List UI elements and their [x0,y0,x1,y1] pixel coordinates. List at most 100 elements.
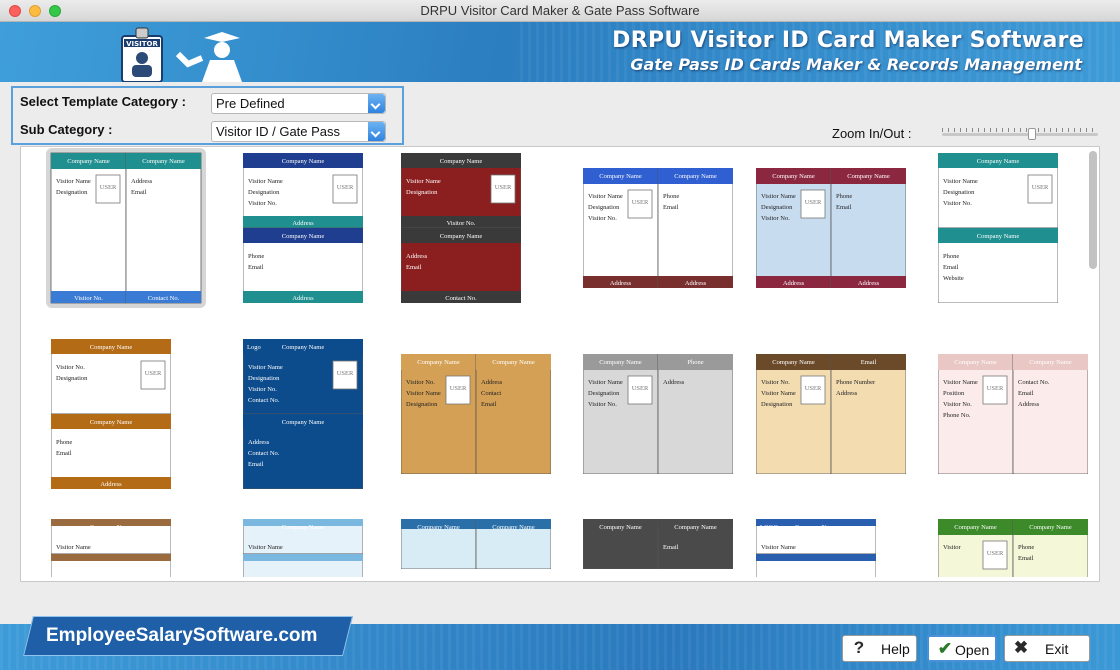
template-category-select[interactable]: Pre Defined [211,93,386,114]
card-field-label: Email [836,204,852,211]
card-field-label: Visitor No. [761,379,790,386]
user-photo-text: USER [495,184,512,191]
template-preview: Company Name Visitor No. Visitor Name Desig… [756,354,906,474]
card-title: Phone [687,359,703,366]
card-field-label: Phone Number [836,379,876,386]
template-preview: Company Name Visitor Name Designation Visit… [583,354,733,474]
card-title: Company Name [440,233,483,240]
card-field-label: Email [131,189,147,196]
card-field-label: Designation [943,189,975,196]
template-thumbnail[interactable]: Company Name Visitor Name Designation Visit… [938,153,1058,303]
gallery-scrollbar[interactable] [1089,151,1097,269]
card-back [830,354,906,474]
card-field-label: Phone [836,193,852,200]
card-field-label: Email [663,204,679,211]
card-field-label: Visitor Name [248,544,283,551]
template-thumbnail[interactable]: Company Name Visitor Name Designation Visit… [583,168,733,288]
card-field-label: Visitor [943,544,962,551]
card-field-label: Phone [1018,544,1034,551]
card-field-label: Phone [663,193,679,200]
template-thumbnail[interactable]: Company Name Company Name [401,519,551,569]
user-photo-text: USER [987,550,1004,557]
card-field-label: Visitor No. [761,215,790,222]
open-button[interactable]: ✔ Open [927,635,997,662]
template-category-label: Select Template Category : [20,94,186,109]
template-thumbnail[interactable]: Company Name Visitor Name Designation Visit… [756,168,906,288]
card-footer-text: Address [858,280,880,287]
sub-category-select[interactable]: Visitor ID / Gate Pass [211,121,386,142]
card-field-label: Visitor No. [248,386,277,393]
template-thumbnail[interactable]: Company Name Visitor Name Designation Visit… [243,153,363,303]
card-field-label: Designation [248,375,280,382]
chevron-down-icon[interactable] [368,94,385,113]
card-title: Company Name [977,158,1020,165]
card-title: Company Name [142,158,185,165]
card-field-label: Position [943,390,965,397]
chevron-down-icon[interactable] [368,122,385,141]
user-photo-text: USER [145,370,162,377]
card-footer-text: Visitor No. [74,295,103,302]
template-thumbnail[interactable]: Company Name Visitor No. Designation USER Co… [51,339,171,489]
zoom-slider[interactable] [942,128,1102,140]
template-thumbnail[interactable]: Company Name Visitor Name Designation Visit… [583,354,733,474]
user-photo-text: USER [450,385,467,392]
card-title: Company Name [440,158,483,165]
help-button-label: Help [881,641,910,657]
card-front [583,354,659,474]
template-thumbnail[interactable]: Company Name Visitor Name [243,519,363,577]
card-footer-text: Address [292,295,314,302]
template-thumbnail[interactable]: Company Name Company Name Email [583,519,733,569]
template-preview: Company Name Visitor Name [243,519,363,577]
template-thumbnail[interactable]: Company Name LOGO Visitor Name [756,519,876,577]
template-preview: Company Name Visitor Name Designation Visit… [756,168,906,288]
template-thumbnail[interactable]: Company Name Visitor Name [51,519,171,577]
card-field-label: Email [663,544,679,551]
template-thumbnail[interactable]: Company Name Visitor Name Position Visitor … [938,354,1088,474]
template-preview: Company Name Company Name Email [583,519,733,569]
template-thumbnail[interactable]: Company Name Logo Visitor Name Designation V… [243,339,363,489]
exit-button[interactable]: ✖ Exit [1004,635,1090,662]
user-photo-text: USER [1032,184,1049,191]
template-thumbnail[interactable]: Company Name Visitor Name Designation USER V… [401,153,521,303]
card-logo-text: Logo [247,344,261,351]
card-field-label: Email [248,264,264,271]
help-button[interactable]: ? Help [842,635,917,662]
template-thumbnail[interactable]: Company Name Visitor USER Company Name Phone… [938,519,1088,577]
card-back [1012,354,1088,474]
card-title: Company Name [977,233,1020,240]
card-field-label: Visitor Name [761,193,796,200]
template-preview: Company Name Visitor No. Designation USER Co… [51,339,171,489]
card-field-label: Visitor Name [56,544,91,551]
template-thumbnail[interactable]: Company Name Visitor No. Visitor Name Desig… [401,354,551,474]
card-field-label: Designation [406,189,438,196]
card-title: Company Name [1029,524,1072,531]
card-field-label: Visitor Name [761,544,796,551]
zoom-slider-handle[interactable] [1028,128,1036,140]
card-front [756,168,832,288]
card-field-label: Designation [56,375,88,382]
user-photo-text: USER [100,184,117,191]
template-thumbnail[interactable]: Company Name Visitor No. Visitor Name Desig… [756,354,906,474]
card-field-label: Address [131,178,153,185]
template-preview: Company Name Logo Visitor Name Designation V… [243,339,363,489]
visitor-guard-logo-icon: VISITOR [121,27,242,82]
template-preview: Company Name Visitor USER Company Name Phone… [938,519,1088,577]
card-front [401,354,477,474]
card-field-label: Email [943,264,959,271]
app-window: DRPU Visitor Card Maker & Gate Pass Soft… [0,0,1120,670]
card-footer-text: Address [610,280,632,287]
card-title: Company Name [492,524,535,531]
header-banner: VISITOR DRPU Visitor ID Card Maker Softw… [0,22,1120,82]
card-header [756,554,876,561]
card-field-label: Phone [248,253,264,260]
template-thumbnail[interactable]: Company Name Visitor Name Designation USER V… [46,148,206,308]
template-preview: Company Name Visitor Name Designation Visit… [583,168,733,288]
card-field-label: Phone No. [943,412,971,419]
template-preview: Company Name Visitor Name Position Visitor … [938,354,1088,474]
card-field-label: Address [1018,401,1040,408]
template-gallery: Company Name Visitor Name Designation USER V… [20,146,1100,582]
card-title: Company Name [954,524,997,531]
card-field-label: Email [1018,390,1034,397]
card-front [583,168,659,288]
card-field-label: Visitor Name [588,193,623,200]
